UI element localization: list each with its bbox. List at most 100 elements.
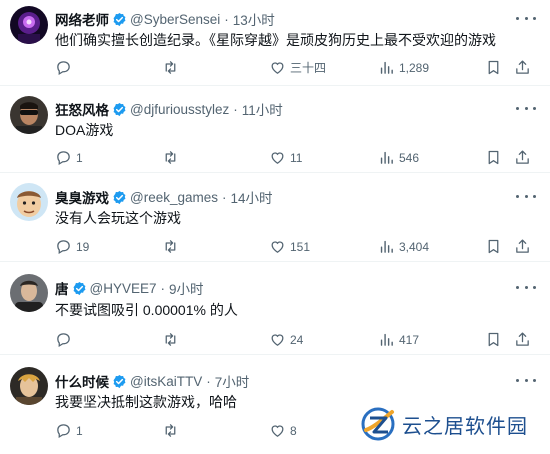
views-count: 1,289 — [399, 60, 430, 75]
site-watermark: 云之居软件园 — [358, 405, 528, 443]
like-button[interactable]: 11 — [269, 149, 302, 166]
more-options-icon[interactable] — [516, 188, 536, 204]
handle[interactable]: @itsKaiTTV — [130, 374, 202, 389]
share-button[interactable] — [514, 331, 531, 348]
more-options-icon[interactable] — [516, 372, 536, 388]
display-name[interactable]: 唐 — [55, 278, 69, 298]
verified-badge-icon — [113, 190, 126, 204]
tweet[interactable]: 臭臭游戏 @reek_games · 14小时 没有人会玩这个游戏 19 151 — [0, 173, 550, 262]
handle[interactable]: @SyberSensei — [130, 12, 220, 27]
display-name[interactable]: 什么时候 — [55, 371, 109, 391]
like-count: 11 — [290, 150, 303, 165]
reply-button[interactable]: 1 — [55, 422, 83, 439]
reply-button[interactable]: 19 — [55, 238, 89, 255]
like-count: 24 — [290, 332, 304, 347]
avatar[interactable] — [10, 96, 48, 134]
like-button[interactable]: 24 — [269, 331, 303, 348]
reply-button[interactable] — [55, 331, 76, 348]
cartoon-face-avatar — [10, 183, 48, 221]
more-options-icon[interactable] — [516, 10, 536, 26]
reply-button[interactable] — [55, 59, 76, 76]
handle[interactable]: @djfuriousstylez — [130, 102, 229, 117]
separator-dot: · — [233, 101, 238, 117]
views-chart-icon — [380, 240, 393, 253]
views-button[interactable]: 3,404 — [378, 238, 429, 255]
views-count: 3,404 — [399, 239, 430, 254]
display-name[interactable]: 网络老师 — [55, 9, 109, 29]
avatar[interactable] — [10, 274, 48, 312]
tweet-header: 什么时候 @itsKaiTTV · 7小时 — [55, 371, 249, 391]
tweet-header: 臭臭游戏 @reek_games · 14小时 — [55, 187, 273, 207]
handle[interactable]: @reek_games — [130, 190, 218, 205]
tweet-actions: 24 417 — [55, 331, 530, 349]
avatar[interactable] — [10, 183, 48, 221]
retweet-button[interactable] — [162, 422, 183, 439]
heart-icon — [271, 334, 284, 346]
like-button[interactable]: 151 — [269, 238, 310, 255]
like-count: 8 — [290, 423, 297, 438]
separator-dot: · — [160, 280, 165, 296]
reply-count: 19 — [76, 239, 90, 254]
share-icon — [516, 150, 529, 164]
heart-icon — [271, 241, 284, 253]
retweet-icon — [165, 61, 176, 74]
tweet[interactable]: 唐 @HYVEE7 · 9小时 不要试图吸引 0.00001% 的人 24 41… — [0, 262, 550, 355]
like-button[interactable]: 8 — [269, 422, 297, 439]
retweet-button[interactable] — [162, 331, 183, 348]
handle[interactable]: @HYVEE7 — [90, 281, 157, 296]
display-name[interactable]: 臭臭游戏 — [55, 187, 109, 207]
share-button[interactable] — [514, 59, 531, 76]
tweet-header: 狂怒风格 @djfuriousstylez · 11小时 — [55, 99, 283, 119]
tweet-actions: 19 151 3,404 — [55, 238, 530, 256]
retweet-button[interactable] — [162, 149, 183, 166]
views-button[interactable]: 1,289 — [378, 59, 429, 76]
heart-icon — [271, 152, 284, 164]
retweet-icon — [165, 151, 176, 164]
timestamp[interactable]: 9小时 — [169, 278, 204, 298]
like-button[interactable]: 三十四 — [269, 59, 326, 76]
tweet-text: 我要坚决抵制这款游戏，哈哈 — [55, 394, 237, 410]
reply-count: 1 — [76, 423, 83, 438]
bookmark-button[interactable] — [485, 149, 502, 166]
separator-dot: · — [224, 11, 229, 27]
share-icon — [516, 332, 529, 346]
views-button[interactable]: 417 — [378, 331, 419, 348]
display-name[interactable]: 狂怒风格 — [55, 99, 109, 119]
reply-icon — [57, 151, 70, 166]
timestamp[interactable]: 13小时 — [233, 9, 275, 29]
tweet[interactable]: 网络老师 @SyberSensei · 13小时 他们确实擅长创造纪录。《星际穿… — [0, 0, 550, 86]
character-avatar — [10, 367, 48, 405]
tweet-header: 唐 @HYVEE7 · 9小时 — [55, 278, 204, 298]
views-chart-icon — [380, 151, 393, 164]
bookmark-button[interactable] — [485, 331, 502, 348]
tweet-actions: 1 11 546 — [55, 149, 530, 167]
tweet[interactable]: 狂怒风格 @djfuriousstylez · 11小时 DOA游戏 1 11 — [0, 86, 550, 173]
share-button[interactable] — [514, 149, 531, 166]
views-chart-icon — [380, 333, 393, 346]
bookmark-button[interactable] — [485, 238, 502, 255]
avatar[interactable] — [10, 6, 48, 44]
timestamp[interactable]: 11小时 — [242, 99, 283, 119]
more-options-icon[interactable] — [516, 100, 536, 116]
reply-icon — [57, 424, 70, 439]
share-icon — [516, 239, 529, 253]
timestamp[interactable]: 7小时 — [215, 371, 250, 391]
verified-badge-icon — [113, 12, 126, 26]
retweet-button[interactable] — [162, 59, 183, 76]
retweet-button[interactable] — [162, 238, 183, 255]
bookmark-icon — [488, 60, 499, 75]
views-button[interactable]: 546 — [378, 149, 419, 166]
share-button[interactable] — [514, 238, 531, 255]
more-options-icon[interactable] — [516, 279, 536, 295]
timestamp[interactable]: 14小时 — [231, 187, 273, 207]
verified-badge-icon — [113, 102, 126, 116]
verified-badge-icon — [73, 281, 85, 295]
bookmark-icon — [488, 150, 499, 165]
bookmark-button[interactable] — [485, 59, 502, 76]
avatar[interactable] — [10, 367, 48, 405]
reply-button[interactable]: 1 — [55, 149, 83, 166]
like-count: 151 — [290, 239, 311, 254]
views-count: 546 — [399, 150, 420, 165]
reply-count: 1 — [76, 150, 83, 165]
sunglasses-man-avatar — [10, 96, 48, 134]
